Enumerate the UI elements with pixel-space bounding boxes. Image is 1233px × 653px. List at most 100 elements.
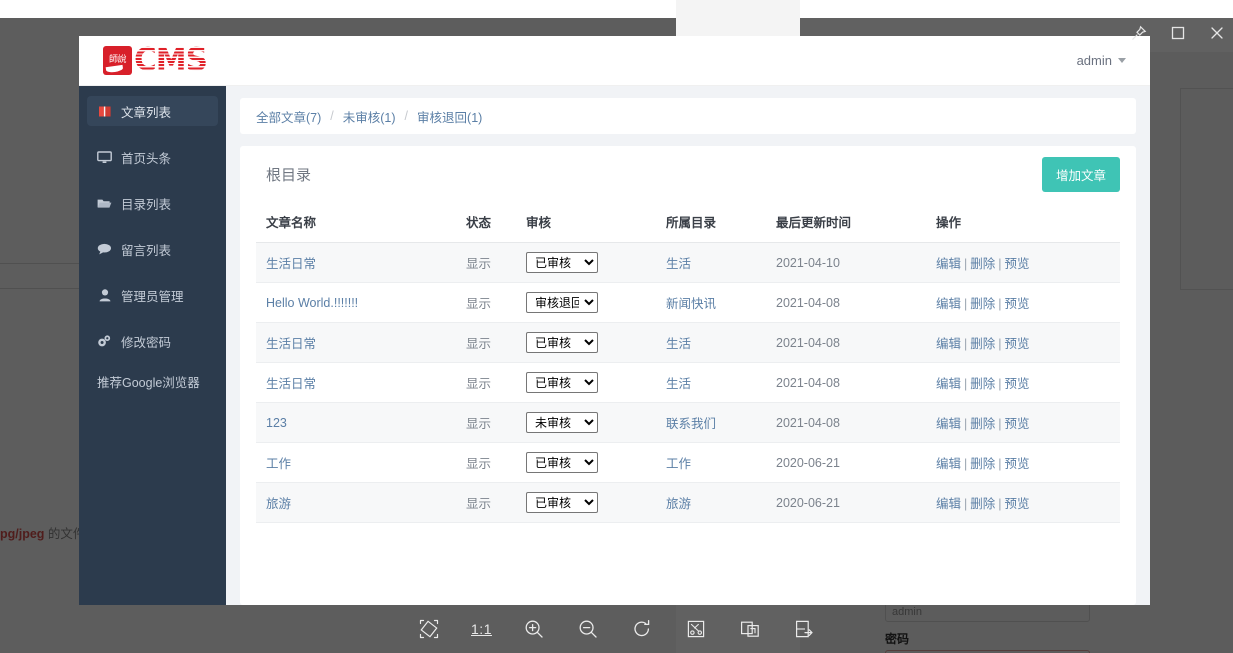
delete-link[interactable]: 删除 [970,417,995,431]
category-link[interactable]: 生活 [666,257,691,271]
article-name-link[interactable]: Hello World.!!!!!!! [266,296,358,310]
cell-updated-time: 2021-04-08 [776,323,936,363]
article-name-link[interactable]: 生活日常 [266,337,316,351]
cell-category: 旅游 [666,483,776,523]
zoom-in-icon[interactable] [522,617,546,641]
edit-link[interactable]: 编辑 [936,257,961,271]
book-icon [97,105,112,118]
action-separator: | [964,377,967,391]
audit-status-select[interactable]: 未审核已审核审核退回 [526,412,598,433]
sidebar-item-label: 首页头条 [121,148,171,167]
edit-link[interactable]: 编辑 [936,417,961,431]
delete-link[interactable]: 删除 [970,457,995,471]
cell-state: 显示 [466,363,526,403]
table-row: 生活日常显示未审核已审核审核退回生活2021-04-08编辑|删除|预览 [256,323,1120,363]
preview-link[interactable]: 预览 [1005,377,1030,391]
table-body: 生活日常显示未审核已审核审核退回生活2021-04-10编辑|删除|预览Hell… [256,243,1120,523]
fit-rotate-icon[interactable] [417,617,441,641]
app-logo[interactable]: 師說 CMS [103,45,207,76]
rotate-right-icon[interactable] [630,617,654,641]
edit-link[interactable]: 编辑 [936,377,961,391]
edit-link[interactable]: 编辑 [936,337,961,351]
sidebar-item-label: 修改密码 [121,332,171,351]
updated-time-text: 2021-04-10 [776,256,840,270]
breadcrumb-item-unreviewed[interactable]: 未审核(1) [343,107,396,126]
edit-link[interactable]: 编辑 [936,497,961,511]
article-name-link[interactable]: 工作 [266,457,291,471]
delete-link[interactable]: 删除 [970,377,995,391]
article-name-link[interactable]: 旅游 [266,497,291,511]
delete-link[interactable]: 删除 [970,337,995,351]
zoom-out-icon[interactable] [576,617,600,641]
preview-link[interactable]: 预览 [1005,337,1030,351]
category-link[interactable]: 生活 [666,377,691,391]
admin-dropdown-label: admin [1077,53,1112,68]
cell-article-name: 旅游 [256,483,466,523]
cell-article-name: Hello World.!!!!!!! [256,283,466,323]
user-icon [97,289,112,302]
logo-badge-char1: 師 [109,55,118,65]
audit-status-select[interactable]: 未审核已审核审核退回 [526,252,598,273]
audit-status-select[interactable]: 未审核已审核审核退回 [526,372,598,393]
admin-dropdown[interactable]: admin [1071,48,1132,73]
sidebar-item-category-list[interactable]: 目录列表 [87,188,218,218]
crop-icon[interactable] [684,617,708,641]
edit-link[interactable]: 编辑 [936,457,961,471]
action-separator: | [964,257,967,271]
preview-link[interactable]: 预览 [1005,457,1030,471]
pin-icon[interactable] [1130,25,1147,42]
audit-status-select[interactable]: 未审核已审核审核退回 [526,492,598,513]
actual-size-label[interactable]: 1:1 [471,621,492,637]
edit-link[interactable]: 编辑 [936,297,961,311]
category-link[interactable]: 新闻快讯 [666,297,716,311]
breadcrumb-item-all[interactable]: 全部文章(7) [256,107,321,126]
sidebar-item-article-list[interactable]: 文章列表 [87,96,218,126]
audit-status-select[interactable]: 未审核已审核审核退回 [526,292,598,313]
column-header-actions: 操作 [936,202,1120,243]
preview-link[interactable]: 预览 [1005,497,1030,511]
preview-link[interactable]: 预览 [1005,257,1030,271]
article-name-link[interactable]: 生活日常 [266,377,316,391]
action-separator: | [964,297,967,311]
logo-wordmark: CMS [134,45,207,76]
cell-state: 显示 [466,283,526,323]
audit-status-select[interactable]: 未审核已审核审核退回 [526,452,598,473]
column-header-state: 状态 [466,202,526,243]
delete-link[interactable]: 删除 [970,297,995,311]
cell-actions: 编辑|删除|预览 [936,483,1120,523]
category-link[interactable]: 旅游 [666,497,691,511]
sidebar-item-admin-management[interactable]: 管理员管理 [87,280,218,310]
cell-actions: 编辑|删除|预览 [936,283,1120,323]
sidebar-item-label: 文章列表 [121,102,171,121]
cell-updated-time: 2021-04-08 [776,283,936,323]
preview-link[interactable]: 预览 [1005,417,1030,431]
delete-link[interactable]: 删除 [970,497,995,511]
category-link[interactable]: 联系我们 [666,417,716,431]
add-article-button[interactable]: 增加文章 [1042,157,1120,192]
article-name-link[interactable]: 生活日常 [266,257,316,271]
breadcrumb-separator: / [405,109,408,123]
close-icon[interactable] [1208,25,1225,42]
cell-actions: 编辑|删除|预览 [936,443,1120,483]
table-row: 生活日常显示未审核已审核审核退回生活2021-04-10编辑|删除|预览 [256,243,1120,283]
cell-audit: 未审核已审核审核退回 [526,443,666,483]
article-name-link[interactable]: 123 [266,416,287,430]
sidebar-item-home-headlines[interactable]: 首页头条 [87,142,218,172]
sidebar-item-change-password[interactable]: 修改密码 [87,326,218,356]
copy-icon[interactable] [738,617,762,641]
save-icon[interactable] [792,617,816,641]
category-link[interactable]: 生活 [666,337,691,351]
action-separator: | [998,297,1001,311]
breadcrumb-item-returned[interactable]: 审核退回(1) [417,107,482,126]
cell-state: 显示 [466,483,526,523]
maximize-icon[interactable] [1169,25,1186,42]
category-link[interactable]: 工作 [666,457,691,471]
column-header-name: 文章名称 [256,202,466,243]
state-text: 显示 [466,497,491,511]
sidebar-item-message-list[interactable]: 留言列表 [87,234,218,264]
audit-status-select[interactable]: 未审核已审核审核退回 [526,332,598,353]
delete-link[interactable]: 删除 [970,257,995,271]
sidebar-browser-recommendation[interactable]: 推荐Google浏览器 [79,372,226,391]
app-topbar: 師說 CMS admin [79,36,1150,86]
preview-link[interactable]: 预览 [1005,297,1030,311]
